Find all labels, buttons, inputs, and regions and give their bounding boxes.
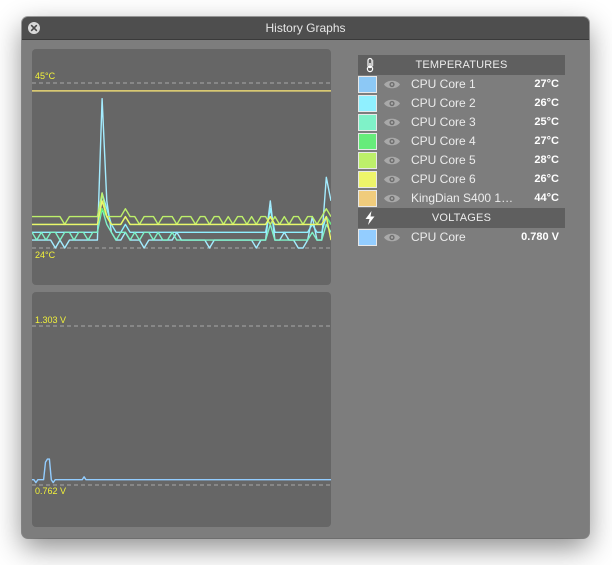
eye-icon[interactable] [383, 154, 401, 167]
sensor-label: CPU Core 5 [411, 153, 476, 167]
series-line-1 [32, 458, 331, 484]
temperature-max-label: 45°C [35, 71, 56, 81]
color-swatch[interactable] [358, 152, 377, 169]
eye-icon[interactable] [383, 135, 401, 148]
sensor-value: 26°C [534, 97, 559, 109]
voltage-series-group [32, 458, 331, 484]
temperature-history-graph: 45°C 24°C [32, 49, 331, 285]
color-swatch[interactable] [358, 229, 377, 246]
voltage-history-graph: 1.303 V 0.762 V [32, 292, 331, 527]
sensor-value: 27°C [534, 135, 559, 147]
sensor-value: 25°C [534, 116, 559, 128]
sensor-label: CPU Core [411, 230, 466, 244]
temperature-series-group [32, 90, 331, 249]
sensor-label: CPU Core 6 [411, 172, 476, 186]
sensor-value: 27°C [534, 78, 559, 90]
sensor-label: KingDian S400 1… [411, 191, 514, 205]
eye-icon[interactable] [383, 192, 401, 205]
voltage-max-label: 1.303 V [35, 315, 66, 325]
color-swatch[interactable] [358, 114, 377, 131]
sensor-row-cpu-core-6[interactable]: CPU Core 6 26°C [358, 170, 565, 189]
temperatures-section-header: TEMPERATURES [358, 55, 565, 75]
color-swatch[interactable] [358, 171, 377, 188]
sensor-row-cpu-core-4[interactable]: CPU Core 4 27°C [358, 132, 565, 151]
thermometer-icon [366, 57, 374, 73]
sensor-label: CPU Core 4 [411, 134, 476, 148]
voltage-min-label: 0.762 V [35, 486, 66, 496]
sensor-list: TEMPERATURES CPU Core 1 27°C CPU Core 2 … [358, 55, 565, 247]
series-line-1 [32, 98, 331, 249]
sensor-label: CPU Core 1 [411, 77, 476, 91]
history-graphs-window: History Graphs 45°C 24°C 1.303 V 0.762 V [22, 17, 589, 538]
temperatures-section-title: TEMPERATURES [415, 59, 508, 71]
sensor-value: 26°C [534, 173, 559, 185]
eye-icon[interactable] [383, 231, 401, 244]
sensor-row-cpu-core-1[interactable]: CPU Core 1 27°C [358, 75, 565, 94]
color-swatch[interactable] [358, 76, 377, 93]
window-title: History Graphs [265, 21, 346, 35]
sensor-value: 0.780 V [521, 231, 559, 243]
color-swatch[interactable] [358, 133, 377, 150]
voltages-section-header: VOLTAGES [358, 208, 565, 228]
sensor-value: 28°C [534, 154, 559, 166]
sensor-row-kingdian-ssd[interactable]: KingDian S400 1… 44°C [358, 189, 565, 208]
title-bar[interactable]: History Graphs [22, 17, 589, 40]
eye-icon[interactable] [383, 116, 401, 129]
sensor-row-cpu-core-5[interactable]: CPU Core 5 28°C [358, 151, 565, 170]
temperature-graph-canvas: 45°C 24°C [32, 71, 331, 260]
voltages-section-title: VOLTAGES [431, 212, 492, 224]
sensor-value: 44°C [534, 192, 559, 204]
sensor-row-cpu-core-voltage[interactable]: CPU Core 0.780 V [358, 228, 565, 247]
series-line-5 [32, 192, 331, 226]
sensor-row-cpu-core-2[interactable]: CPU Core 2 26°C [358, 94, 565, 113]
eye-icon[interactable] [383, 97, 401, 110]
eye-icon[interactable] [383, 78, 401, 91]
voltage-graph-canvas: 1.303 V 0.762 V [32, 315, 331, 496]
temperature-min-label: 24°C [35, 250, 56, 260]
lightning-icon [365, 211, 375, 225]
color-swatch[interactable] [358, 95, 377, 112]
color-swatch[interactable] [358, 190, 377, 207]
eye-icon[interactable] [383, 173, 401, 186]
sensor-label: CPU Core 2 [411, 96, 476, 110]
sensor-row-cpu-core-3[interactable]: CPU Core 3 25°C [358, 113, 565, 132]
series-line-2 [32, 192, 331, 234]
sensor-label: CPU Core 3 [411, 115, 476, 129]
